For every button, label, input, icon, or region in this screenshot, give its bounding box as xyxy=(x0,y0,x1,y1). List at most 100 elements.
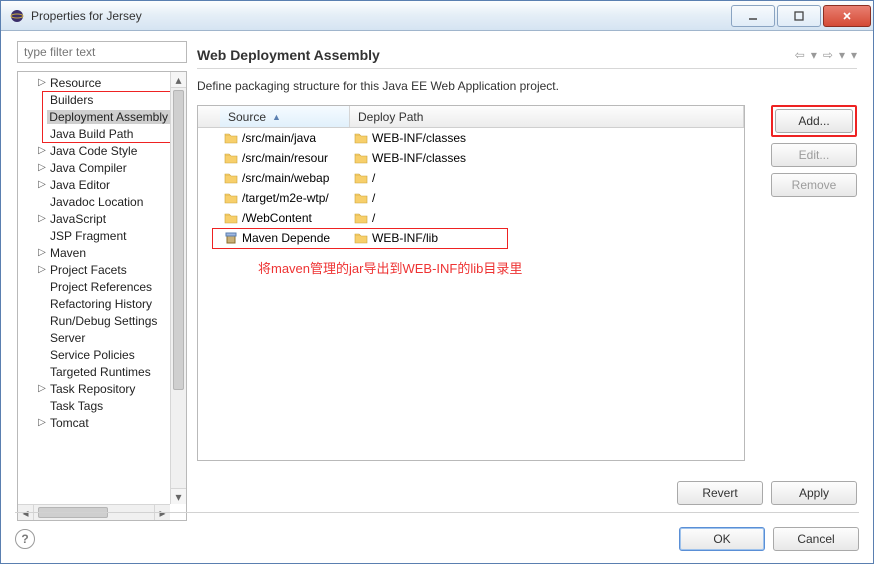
assembly-table: Source ▲ Deploy Path /src/main/javaWEB-I… xyxy=(197,105,745,461)
table-row[interactable]: /src/main/webap / xyxy=(198,168,744,188)
tree-item[interactable]: Task Tags xyxy=(18,397,170,414)
tree-item-label: Server xyxy=(48,331,87,345)
nav-forward-icon[interactable]: ⇨ xyxy=(823,48,833,62)
expand-icon[interactable]: ▷ xyxy=(36,179,48,190)
column-header-label: Deploy Path xyxy=(358,110,423,124)
folder-icon xyxy=(224,132,238,144)
column-header-deploy[interactable]: Deploy Path xyxy=(350,106,744,127)
apply-button[interactable]: Apply xyxy=(771,481,857,505)
tree-item[interactable]: Run/Debug Settings xyxy=(18,312,170,329)
tree-item[interactable]: Server xyxy=(18,329,170,346)
expand-icon[interactable]: ▷ xyxy=(36,145,48,156)
expand-icon[interactable]: ▷ xyxy=(36,383,48,394)
tree-vertical-scrollbar[interactable]: ▴ ▾ xyxy=(170,72,186,504)
deploy-path: / xyxy=(372,171,375,185)
tree-item[interactable]: ▷Java Editor xyxy=(18,176,170,193)
cancel-button[interactable]: Cancel xyxy=(773,527,859,551)
source-path: /src/main/webap xyxy=(242,171,329,185)
tree-item[interactable]: Builders xyxy=(18,91,170,108)
edit-button[interactable]: Edit... xyxy=(771,143,857,167)
tree-item[interactable]: Refactoring History xyxy=(18,295,170,312)
tree-item[interactable]: Java Build Path xyxy=(18,125,170,142)
window-title: Properties for Jersey xyxy=(31,9,729,23)
revert-button[interactable]: Revert xyxy=(677,481,763,505)
ok-button[interactable]: OK xyxy=(679,527,765,551)
tree-item-label: Maven xyxy=(48,246,88,260)
expand-icon[interactable]: ▷ xyxy=(36,213,48,224)
source-path: /WebContent xyxy=(242,211,312,225)
eclipse-icon xyxy=(9,8,25,24)
column-header-blank[interactable] xyxy=(198,106,220,127)
folder-icon xyxy=(224,152,238,164)
dropdown-icon[interactable]: ▾ xyxy=(811,48,817,62)
tree-item-label: Project Facets xyxy=(48,263,129,277)
expand-icon[interactable]: ▷ xyxy=(36,77,48,88)
expand-icon[interactable]: ▷ xyxy=(36,162,48,173)
table-row[interactable]: /WebContent / xyxy=(198,208,744,228)
divider xyxy=(15,512,859,513)
tree-item[interactable]: ▷Task Repository xyxy=(18,380,170,397)
deploy-path: / xyxy=(372,211,375,225)
tree-item[interactable]: JSP Fragment xyxy=(18,227,170,244)
table-row[interactable]: /src/main/resourWEB-INF/classes xyxy=(198,148,744,168)
tree-item[interactable]: ▷Java Code Style xyxy=(18,142,170,159)
tree-item[interactable]: Service Policies xyxy=(18,346,170,363)
column-header-source[interactable]: Source ▲ xyxy=(220,106,350,127)
tree-item-label: Resource xyxy=(48,76,103,90)
tree-item-label: Java Compiler xyxy=(48,161,129,175)
tree-item[interactable]: ▷Maven xyxy=(18,244,170,261)
dropdown-icon[interactable]: ▾ xyxy=(839,48,845,62)
tree-item[interactable]: Project References xyxy=(18,278,170,295)
tree-item[interactable]: ▷JavaScript xyxy=(18,210,170,227)
filter-input[interactable] xyxy=(17,41,187,63)
table-row[interactable]: /src/main/javaWEB-INF/classes xyxy=(198,128,744,148)
tree-item-label: Java Editor xyxy=(48,178,112,192)
highlight-annotation: Add... xyxy=(771,105,857,137)
scroll-up-icon[interactable]: ▴ xyxy=(171,72,186,88)
menu-icon[interactable]: ▾ xyxy=(851,48,857,62)
expand-icon[interactable]: ▷ xyxy=(36,247,48,258)
table-row[interactable]: Maven DependeWEB-INF/lib xyxy=(198,228,744,248)
tree-item[interactable]: ▷Java Compiler xyxy=(18,159,170,176)
scroll-down-icon[interactable]: ▾ xyxy=(171,488,186,504)
scroll-thumb[interactable] xyxy=(173,90,184,390)
tree-item[interactable]: Javadoc Location xyxy=(18,193,170,210)
tree-item[interactable]: Targeted Runtimes xyxy=(18,363,170,380)
window-titlebar: Properties for Jersey xyxy=(1,1,873,31)
folder-icon xyxy=(354,132,368,144)
source-path: /src/main/java xyxy=(242,131,316,145)
help-icon[interactable]: ? xyxy=(15,529,35,549)
minimize-button[interactable] xyxy=(731,5,775,27)
remove-button[interactable]: Remove xyxy=(771,173,857,197)
tree-item-label: Tomcat xyxy=(48,416,91,430)
tree-item-label: Java Build Path xyxy=(48,127,135,141)
tree-item-label: Run/Debug Settings xyxy=(48,314,159,328)
expand-icon[interactable]: ▷ xyxy=(36,264,48,275)
add-button[interactable]: Add... xyxy=(775,109,853,133)
table-row[interactable]: /target/m2e-wtp// xyxy=(198,188,744,208)
folder-icon xyxy=(354,212,368,224)
folder-icon xyxy=(354,232,368,244)
tree-item-label: JSP Fragment xyxy=(48,229,128,243)
close-button[interactable] xyxy=(823,5,871,27)
tree-item-label: Task Repository xyxy=(48,382,137,396)
nav-back-icon[interactable]: ⇦ xyxy=(795,48,805,62)
folder-icon xyxy=(224,212,238,224)
tree-item-label: JavaScript xyxy=(48,212,108,226)
expand-icon[interactable]: ▷ xyxy=(36,417,48,428)
tree-item[interactable]: ▷Project Facets xyxy=(18,261,170,278)
sort-ascending-icon: ▲ xyxy=(272,112,281,122)
column-header-label: Source xyxy=(228,110,266,124)
tree-item-label: Task Tags xyxy=(48,399,105,413)
tree-item[interactable]: ▷Tomcat xyxy=(18,414,170,431)
deploy-path: WEB-INF/classes xyxy=(372,151,466,165)
source-path: Maven Depende xyxy=(242,231,330,245)
deploy-path: / xyxy=(372,191,375,205)
folder-icon xyxy=(224,192,238,204)
maximize-button[interactable] xyxy=(777,5,821,27)
annotation-text: 将maven管理的jar导出到WEB-INF的lib目录里 xyxy=(258,258,522,277)
tree-item-label: Refactoring History xyxy=(48,297,154,311)
folder-icon xyxy=(224,172,238,184)
tree-item[interactable]: Deployment Assembly xyxy=(18,108,170,125)
tree-item[interactable]: ▷Resource xyxy=(18,74,170,91)
